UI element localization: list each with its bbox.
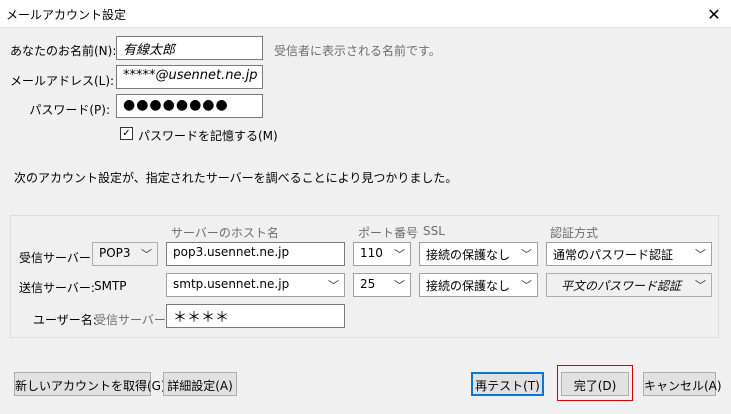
incoming-port-value: 110: [360, 246, 383, 260]
password-label: パスワード(P):: [29, 103, 110, 117]
incoming-protocol-select[interactable]: POP3 ﹀: [92, 242, 158, 266]
chevron-down-icon: ﹀: [695, 248, 706, 261]
chevron-down-icon: ﹀: [328, 279, 339, 292]
username-field[interactable]: ＊＊＊＊: [166, 304, 345, 328]
chevron-down-icon: ﹀: [521, 248, 532, 261]
retest-button[interactable]: 再テスト(T): [471, 372, 544, 396]
auth-column-header: 認証方式: [550, 226, 599, 240]
close-button[interactable]: ✕: [697, 0, 731, 28]
outgoing-protocol-label: SMTP: [94, 279, 127, 293]
name-hint: 受信者に表示される名前です。: [274, 44, 441, 58]
username-label: ユーザー名:: [33, 313, 97, 327]
chevron-down-icon: ﹀: [695, 279, 706, 292]
incoming-host-field[interactable]: pop3.usennet.ne.jp: [166, 242, 345, 266]
username-server-label: 受信サーバー:: [94, 313, 170, 327]
name-label: あなたのお名前(N):: [10, 44, 117, 58]
incoming-ssl-value: 接続の保護なし: [426, 248, 511, 262]
get-new-account-button[interactable]: 新しいアカウントを取得(G): [14, 372, 166, 396]
outgoing-port-value: 25: [360, 277, 376, 291]
check-icon: ✓: [122, 128, 131, 139]
discovery-message: 次のアカウント設定が、指定されたサーバーを調べることにより見つかりました。: [14, 171, 458, 185]
port-column-header: ポート番号: [358, 226, 419, 240]
ssl-column-header: SSL: [423, 224, 445, 238]
incoming-server-label: 受信サーバー:: [19, 251, 95, 265]
email-label: メールアドレス(L):: [10, 74, 115, 88]
chevron-down-icon: ﹀: [521, 279, 532, 292]
chevron-down-icon: ﹀: [394, 279, 405, 292]
remember-password-checkbox[interactable]: ✓: [120, 127, 133, 140]
close-icon: ✕: [707, 4, 721, 24]
name-field[interactable]: 有線太郎: [116, 36, 263, 60]
incoming-auth-value: 通常のパスワード認証: [553, 248, 674, 262]
window-title: メールアカウント設定: [6, 8, 127, 22]
done-highlight-frame: [557, 365, 633, 401]
outgoing-port-select[interactable]: 25 ﹀: [353, 273, 411, 297]
server-settings-panel: サーバーのホスト名 ポート番号 SSL 認証方式 受信サーバー: POP3 ﹀ …: [10, 215, 719, 338]
advanced-settings-button[interactable]: 詳細設定(A): [163, 372, 237, 396]
chevron-down-icon: ﹀: [394, 248, 405, 261]
outgoing-auth-value: 平文のパスワード認証: [561, 279, 682, 293]
remember-password-label[interactable]: パスワードを記憶する(M): [138, 127, 278, 144]
outgoing-ssl-value: 接続の保護なし: [426, 279, 511, 293]
incoming-port-select[interactable]: 110 ﹀: [353, 242, 411, 266]
outgoing-server-label: 送信サーバー:: [19, 281, 95, 295]
incoming-auth-select[interactable]: 通常のパスワード認証 ﹀: [546, 242, 712, 266]
chevron-down-icon: ﹀: [141, 248, 152, 261]
password-field[interactable]: ●●●●●●●●: [116, 94, 263, 118]
email-field[interactable]: *****@usennet.ne.jp: [116, 65, 263, 89]
incoming-ssl-select[interactable]: 接続の保護なし ﹀: [419, 242, 538, 266]
outgoing-auth-select[interactable]: 平文のパスワード認証 ﹀: [546, 273, 712, 297]
outgoing-host-select[interactable]: smtp.usennet.ne.jp ﹀: [166, 273, 345, 297]
host-column-header: サーバーのホスト名: [171, 226, 279, 240]
cancel-button[interactable]: キャンセル(A): [643, 372, 722, 396]
outgoing-ssl-select[interactable]: 接続の保護なし ﹀: [419, 273, 538, 297]
title-bar: メールアカウント設定 ✕: [0, 0, 731, 28]
incoming-protocol-value: POP3: [99, 246, 131, 260]
outgoing-host-value: smtp.usennet.ne.jp: [173, 277, 290, 291]
